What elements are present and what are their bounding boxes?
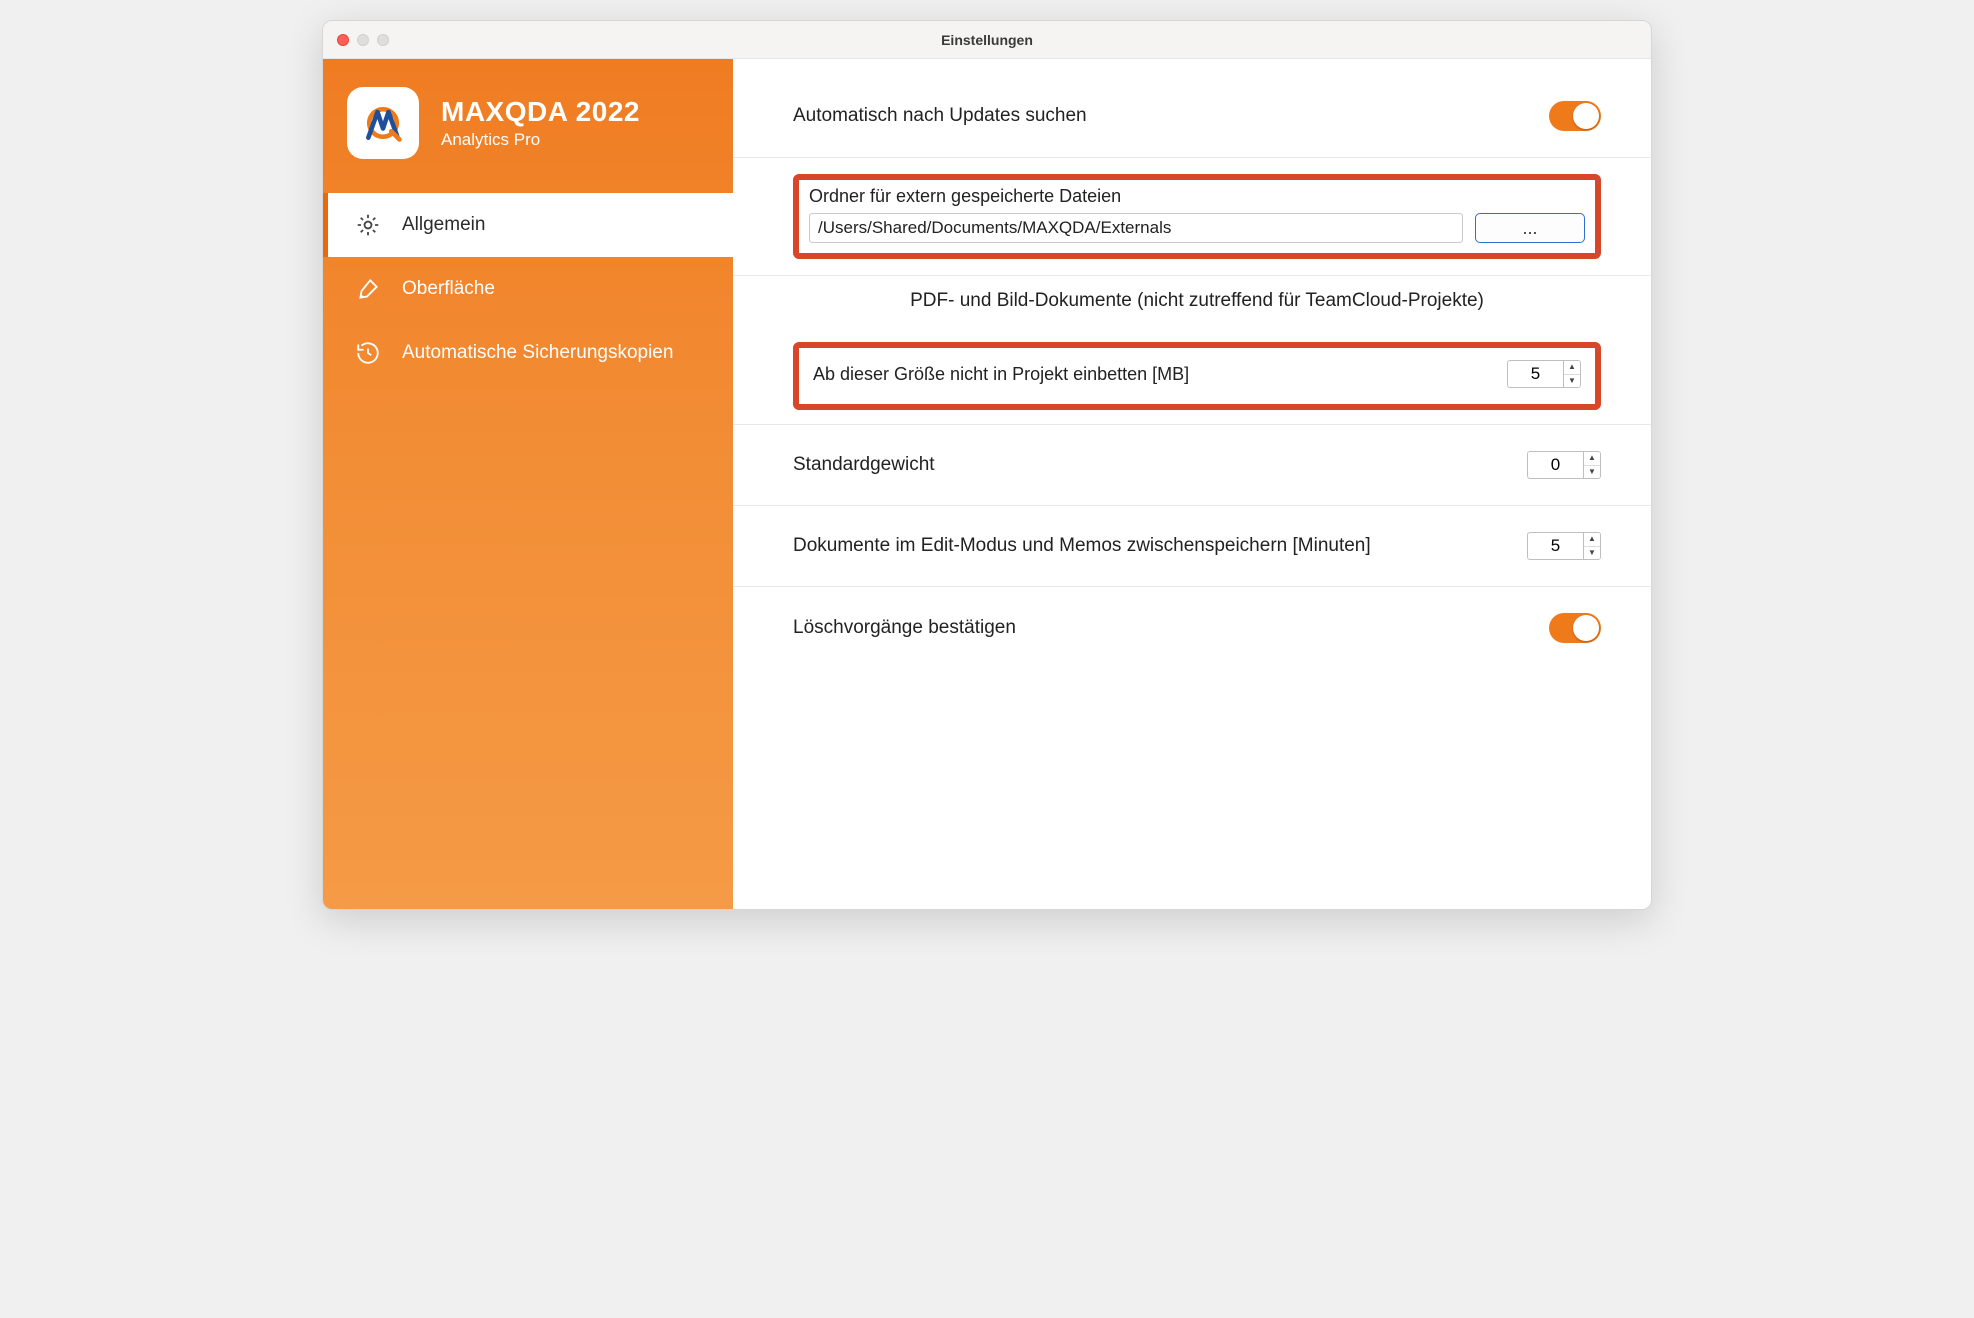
sidebar-item-backups[interactable]: Automatische Sicherungskopien (323, 321, 733, 385)
setting-default-weight: Standardgewicht ▲ ▼ (733, 425, 1651, 506)
setting-autosave-interval: Dokumente im Edit-Modus und Memos zwisch… (733, 506, 1651, 587)
app-logo-icon (347, 87, 419, 159)
sidebar-item-label: Allgemein (402, 214, 485, 236)
setting-label: Ordner für extern gespeicherte Dateien (809, 186, 1585, 207)
auto-update-toggle[interactable] (1549, 101, 1601, 131)
minimize-window-button[interactable] (357, 34, 369, 46)
sidebar-nav: Allgemein Oberfläche (323, 193, 733, 385)
setting-auto-update: Automatisch nach Updates suchen (733, 59, 1651, 158)
pdf-section-title: PDF- und Bild-Dokumente (nicht zutreffen… (793, 290, 1601, 312)
setting-label: Automatisch nach Updates suchen (793, 105, 1087, 127)
callout-external-folder: Ordner für extern gespeicherte Dateien .… (793, 174, 1601, 259)
sidebar: MAXQDA 2022 Analytics Pro Allgemein (323, 59, 733, 909)
app-edition: Analytics Pro (441, 130, 640, 150)
brush-icon (354, 275, 382, 303)
sidebar-item-label: Oberfläche (402, 278, 495, 300)
setting-external-folder: Ordner für extern gespeicherte Dateien .… (733, 158, 1651, 276)
window-controls (337, 34, 389, 46)
stepper-down-button[interactable]: ▼ (1584, 466, 1600, 479)
stepper-up-button[interactable]: ▲ (1564, 361, 1580, 375)
content-pane: Automatisch nach Updates suchen Ordner f… (733, 59, 1651, 909)
autosave-interval-stepper[interactable]: ▲ ▼ (1527, 532, 1601, 560)
gear-icon (354, 211, 382, 239)
setting-label: Löschvorgänge bestätigen (793, 617, 1016, 639)
zoom-window-button[interactable] (377, 34, 389, 46)
confirm-delete-toggle[interactable] (1549, 613, 1601, 643)
sidebar-item-label: Automatische Sicherungskopien (402, 342, 673, 364)
setting-embed-threshold: PDF- und Bild-Dokumente (nicht zutreffen… (733, 276, 1651, 425)
stepper-up-button[interactable]: ▲ (1584, 452, 1600, 466)
app-name: MAXQDA 2022 (441, 96, 640, 128)
default-weight-input[interactable] (1527, 451, 1583, 479)
setting-label: Standardgewicht (793, 454, 935, 476)
setting-label: Ab dieser Größe nicht in Projekt einbett… (813, 364, 1189, 385)
embed-threshold-input[interactable] (1507, 360, 1563, 388)
stepper-down-button[interactable]: ▼ (1564, 375, 1580, 388)
stepper-down-button[interactable]: ▼ (1584, 547, 1600, 560)
autosave-interval-input[interactable] (1527, 532, 1583, 560)
setting-confirm-delete: Löschvorgänge bestätigen (733, 587, 1651, 669)
sidebar-item-interface[interactable]: Oberfläche (323, 257, 733, 321)
brand: MAXQDA 2022 Analytics Pro (323, 59, 733, 193)
stepper-up-button[interactable]: ▲ (1584, 533, 1600, 547)
close-window-button[interactable] (337, 34, 349, 46)
preferences-window: Einstellungen MAXQDA 2022 Analytics Pro (322, 20, 1652, 910)
external-folder-input[interactable] (809, 213, 1463, 243)
callout-embed-threshold: Ab dieser Größe nicht in Projekt einbett… (793, 342, 1601, 410)
setting-label: Dokumente im Edit-Modus und Memos zwisch… (793, 535, 1371, 557)
default-weight-stepper[interactable]: ▲ ▼ (1527, 451, 1601, 479)
sidebar-item-general[interactable]: Allgemein (323, 193, 733, 257)
titlebar: Einstellungen (323, 21, 1651, 59)
embed-threshold-stepper[interactable]: ▲ ▼ (1507, 360, 1581, 388)
window-title: Einstellungen (323, 32, 1651, 48)
history-icon (354, 339, 382, 367)
browse-folder-button[interactable]: ... (1475, 213, 1585, 243)
